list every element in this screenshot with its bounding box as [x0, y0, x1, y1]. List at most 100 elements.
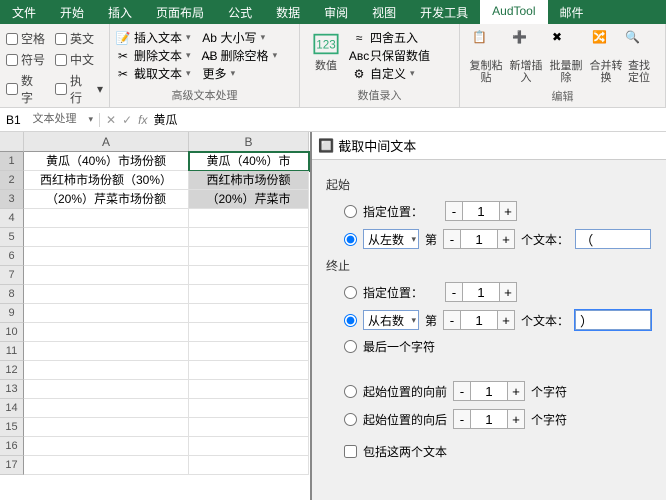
btn-custom[interactable]: 自定义	[370, 65, 406, 82]
spreadsheet-grid[interactable]: A B 1黄瓜（40%）市场份额黄瓜（40%）市 2西红柿市场份额（30%）西红…	[0, 132, 310, 500]
row-header-1[interactable]: 1	[0, 152, 24, 171]
label-lastchar: 最后一个字符	[363, 338, 435, 355]
radio-end-fromright[interactable]	[344, 314, 357, 327]
cell-a2[interactable]: 西红柿市场份额（30%）	[24, 171, 189, 190]
btn-paste[interactable]: 📋复制粘贴	[466, 28, 506, 86]
select-all-corner[interactable]	[0, 132, 24, 152]
radio-start-pos[interactable]	[344, 205, 357, 218]
formula-value[interactable]: 黄瓜	[153, 111, 177, 128]
btn-find[interactable]: 🔍查找定位	[626, 28, 652, 86]
btn-more[interactable]: 更多	[203, 65, 227, 82]
radio-lastchar[interactable]	[344, 340, 357, 353]
input-start-text[interactable]	[575, 229, 651, 249]
tab-mail[interactable]: 邮件	[548, 0, 596, 24]
tab-layout[interactable]: 页面布局	[144, 0, 216, 24]
row-header-9[interactable]: 9	[0, 304, 24, 323]
radio-before-start[interactable]	[344, 385, 357, 398]
row-header-16[interactable]: 16	[0, 437, 24, 456]
spinner-after[interactable]: -+	[453, 409, 525, 429]
btn-extract-text[interactable]: 截取文本	[134, 65, 182, 82]
chk-english[interactable]: 英文	[55, 30, 94, 47]
label-end-pos: 指定位置：	[363, 284, 423, 301]
chk-include[interactable]	[344, 445, 357, 458]
radio-end-pos[interactable]	[344, 286, 357, 299]
chk-space[interactable]: 空格	[6, 30, 45, 47]
case-icon: Ab	[203, 31, 217, 45]
spinner-start-pos[interactable]: -+	[445, 201, 517, 221]
btn-batchdel[interactable]: ✖批量删除	[546, 28, 586, 86]
numval-icon: 123	[312, 30, 340, 58]
confirm-icon[interactable]: ✓	[122, 113, 132, 127]
btn-case[interactable]: 大小写	[221, 29, 257, 46]
cell-b3[interactable]: （20%）芹菜市	[189, 190, 309, 209]
row-header-17[interactable]: 17	[0, 456, 24, 475]
label-before-start: 起始位置的向前	[363, 383, 447, 400]
btn-insert-text[interactable]: 插入文本	[134, 29, 182, 46]
formula-bar: B1▾ ✕ ✓ fx 黄瓜	[0, 108, 666, 132]
cancel-icon[interactable]: ✕	[106, 113, 116, 127]
row-header-15[interactable]: 15	[0, 418, 24, 437]
cell-a3[interactable]: （20%）芹菜市场份额	[24, 190, 189, 209]
label-after-start: 起始位置的向后	[363, 411, 447, 428]
btn-merge[interactable]: 🔀合并转换	[586, 28, 626, 86]
insert-text-icon: 📝	[116, 31, 130, 45]
spinner-end-pos[interactable]: -+	[445, 282, 517, 302]
add-icon: ➕	[512, 30, 540, 58]
cell-b2[interactable]: 西红柿市场份额	[189, 171, 309, 190]
row-header-4[interactable]: 4	[0, 209, 24, 228]
spinner-start-fromleft[interactable]: -+	[443, 229, 515, 249]
cell-b1[interactable]: 黄瓜（40%）市	[189, 152, 309, 171]
row-header-5[interactable]: 5	[0, 228, 24, 247]
tab-view[interactable]: 视图	[360, 0, 408, 24]
delete-space-icon: A̶B	[203, 49, 217, 63]
spin-dec[interactable]: -	[445, 201, 463, 221]
row-header-3[interactable]: 3	[0, 190, 24, 209]
spinner-before[interactable]: -+	[453, 381, 525, 401]
name-box[interactable]: B1▾	[0, 113, 100, 127]
row-header-6[interactable]: 6	[0, 247, 24, 266]
row-header-2[interactable]: 2	[0, 171, 24, 190]
col-header-b[interactable]: B	[189, 132, 309, 152]
btn-keepnum[interactable]: 只保留数值	[370, 47, 430, 64]
label-include: 包括这两个文本	[363, 443, 447, 460]
ribbon-tabs: 文件 开始 插入 页面布局 公式 数据 审阅 视图 开发工具 AudTool 邮…	[0, 0, 666, 24]
row-header-7[interactable]: 7	[0, 266, 24, 285]
btn-numval[interactable]: 123 数值	[306, 28, 346, 83]
namebox-dd-icon: ▾	[88, 114, 93, 125]
input-end-text[interactable]	[575, 310, 651, 330]
chk-execute[interactable]: 执行▾	[55, 72, 103, 106]
tab-dev[interactable]: 开发工具	[408, 0, 480, 24]
row-header-13[interactable]: 13	[0, 380, 24, 399]
row-header-14[interactable]: 14	[0, 399, 24, 418]
chk-chinese[interactable]: 中文	[55, 51, 94, 68]
radio-after-start[interactable]	[344, 413, 357, 426]
fx-icon[interactable]: fx	[138, 113, 147, 127]
tab-review[interactable]: 审阅	[312, 0, 360, 24]
tab-insert[interactable]: 插入	[96, 0, 144, 24]
radio-start-fromleft[interactable]	[344, 233, 357, 246]
row-header-10[interactable]: 10	[0, 323, 24, 342]
chk-number[interactable]: 数字	[6, 72, 45, 106]
btn-round[interactable]: 四舍五入	[370, 29, 418, 46]
btn-delete-text[interactable]: 删除文本	[134, 47, 182, 64]
row-header-11[interactable]: 11	[0, 342, 24, 361]
row-header-12[interactable]: 12	[0, 361, 24, 380]
btn-delete-space[interactable]: 删除空格	[221, 47, 269, 64]
tab-home[interactable]: 开始	[48, 0, 96, 24]
combo-fromleft[interactable]: 从左数	[363, 229, 419, 249]
row-header-8[interactable]: 8	[0, 285, 24, 304]
spinner-end-fromright[interactable]: -+	[443, 310, 515, 330]
btn-add[interactable]: ➕新增插入	[506, 28, 546, 86]
spin-val[interactable]	[463, 201, 499, 221]
spin-inc[interactable]: +	[499, 201, 517, 221]
tab-data[interactable]: 数据	[264, 0, 312, 24]
label-th: 第	[425, 231, 437, 248]
combo-fromright[interactable]: 从右数	[363, 310, 419, 330]
tab-audtool[interactable]: AudTool	[480, 0, 547, 24]
cell-a1[interactable]: 黄瓜（40%）市场份额	[24, 152, 189, 171]
col-header-a[interactable]: A	[24, 132, 189, 152]
chk-symbol[interactable]: 符号	[6, 51, 45, 68]
tab-file[interactable]: 文件	[0, 0, 48, 24]
dialog-icon: 🔲	[318, 138, 334, 154]
tab-formula[interactable]: 公式	[216, 0, 264, 24]
